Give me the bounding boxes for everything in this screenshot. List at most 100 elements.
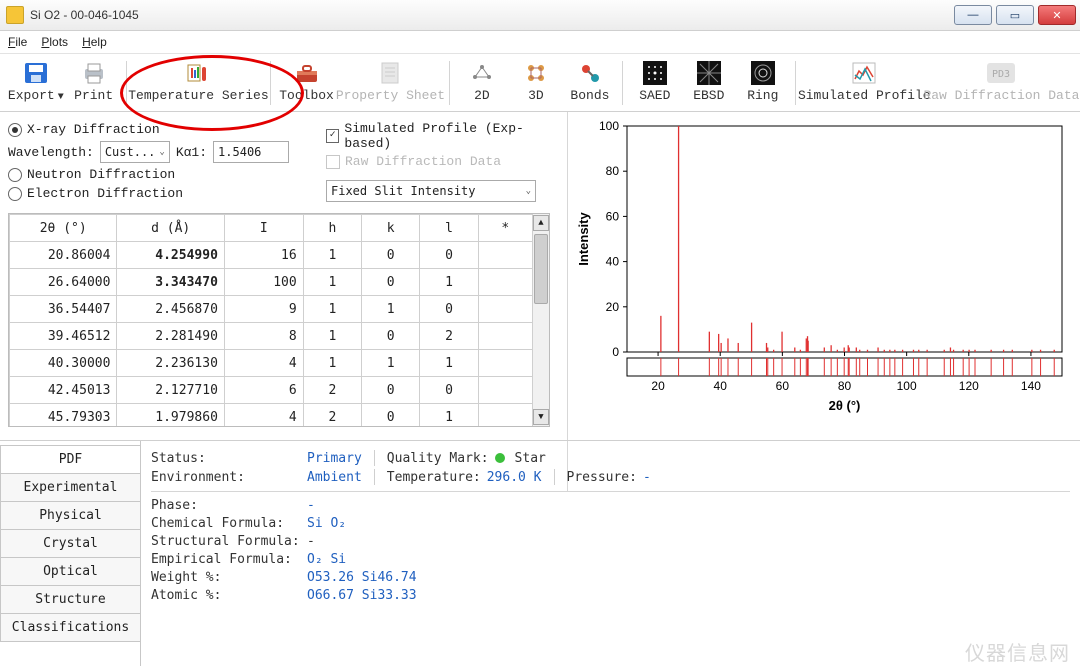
radio-xray[interactable]: X-ray Diffraction bbox=[8, 122, 318, 137]
ring-button[interactable]: Ring bbox=[737, 58, 789, 105]
chk-raw-data[interactable]: Raw Diffraction Data bbox=[326, 154, 559, 169]
tab-pdf[interactable]: PDF bbox=[0, 445, 140, 474]
struct-label: Structural Formula: bbox=[151, 534, 301, 549]
atomic-value: O66.67 Si33.33 bbox=[307, 588, 417, 603]
quality-dot-icon bbox=[495, 453, 505, 463]
tab-crystal[interactable]: Crystal bbox=[0, 529, 140, 558]
chart-icon bbox=[850, 60, 878, 86]
col-k[interactable]: k bbox=[362, 215, 420, 242]
simulated-profile-button[interactable]: Simulated Profile bbox=[802, 58, 927, 105]
menu-file[interactable]: File bbox=[8, 35, 27, 49]
table-row[interactable]: 39.465122.2814908102 bbox=[10, 323, 533, 350]
table-row[interactable]: 45.793031.9798604201 bbox=[10, 404, 533, 428]
toolbox-button[interactable]: Toolbox bbox=[277, 58, 336, 105]
sheet-icon bbox=[376, 60, 404, 86]
wavelength-combo[interactable]: Cust...⌄ bbox=[100, 141, 170, 163]
watermark: 仪器信息网 bbox=[965, 637, 1070, 666]
quality-value: Star bbox=[515, 451, 546, 466]
toolbar: Export▼ Print Temperature Series Toolbox… bbox=[0, 54, 1080, 112]
detail-content: Status: Primary Quality Mark: Star Envir… bbox=[140, 441, 1080, 666]
pressure-label: Pressure: bbox=[567, 470, 637, 485]
tab-experimental[interactable]: Experimental bbox=[0, 473, 140, 502]
saed-button[interactable]: SAED bbox=[629, 58, 681, 105]
raw-data-button[interactable]: PD3 Raw Diffraction Data bbox=[929, 58, 1074, 105]
temperature-series-button[interactable]: Temperature Series bbox=[133, 58, 265, 105]
svg-text:100: 100 bbox=[599, 119, 619, 133]
col-l[interactable]: l bbox=[420, 215, 478, 242]
tab-structure[interactable]: Structure bbox=[0, 585, 140, 614]
menu-plots[interactable]: Plots bbox=[41, 35, 68, 49]
scroll-down-button[interactable]: ▼ bbox=[533, 409, 549, 425]
scroll-up-button[interactable]: ▲ bbox=[533, 215, 549, 231]
titlebar: Si O2 - 00-046-1045 — ▭ ✕ bbox=[0, 0, 1080, 31]
status-label: Status: bbox=[151, 451, 301, 466]
minimize-button[interactable]: — bbox=[954, 5, 992, 25]
chk-sim-profile[interactable]: ✓Simulated Profile (Exp-based) bbox=[326, 121, 559, 151]
save-icon bbox=[22, 60, 50, 86]
radio-neutron[interactable]: Neutron Diffraction bbox=[8, 167, 318, 182]
svg-text:140: 140 bbox=[1021, 379, 1041, 393]
env-value: Ambient bbox=[307, 470, 362, 485]
molecule-3d-icon bbox=[522, 60, 550, 86]
wavelength-label: Wavelength: bbox=[8, 145, 94, 160]
col-star[interactable]: * bbox=[478, 215, 532, 242]
table-row[interactable]: 26.640003.343470100101 bbox=[10, 269, 533, 296]
diffraction-chart[interactable]: 02040608010020406080100120140Intensity2θ… bbox=[572, 116, 1072, 416]
svg-text:80: 80 bbox=[838, 379, 852, 393]
scroll-thumb[interactable] bbox=[534, 234, 548, 304]
temperature-series-icon bbox=[184, 60, 212, 86]
table-scrollbar[interactable]: ▲ ▼ bbox=[532, 214, 549, 426]
print-button[interactable]: Print bbox=[68, 58, 120, 105]
svg-text:PD3: PD3 bbox=[992, 69, 1010, 80]
saed-icon bbox=[641, 60, 669, 86]
table-row[interactable]: 42.450132.1277106200 bbox=[10, 377, 533, 404]
phase-value: - bbox=[307, 498, 315, 513]
bonds-button[interactable]: Bonds bbox=[564, 58, 616, 105]
col-I[interactable]: I bbox=[224, 215, 303, 242]
table-row[interactable]: 20.860044.25499016100 bbox=[10, 242, 533, 269]
maximize-button[interactable]: ▭ bbox=[996, 5, 1034, 25]
emp-value: O₂ Si bbox=[307, 552, 346, 567]
struct-value: - bbox=[307, 534, 315, 549]
pd3-icon: PD3 bbox=[987, 60, 1015, 86]
toolbox-icon bbox=[293, 60, 321, 86]
col-h[interactable]: h bbox=[303, 215, 361, 242]
2d-button[interactable]: 2D bbox=[456, 58, 508, 105]
property-sheet-button[interactable]: Property Sheet bbox=[338, 58, 443, 105]
ebsd-button[interactable]: EBSD bbox=[683, 58, 735, 105]
pressure-value: - bbox=[643, 470, 651, 485]
table-row[interactable]: 36.544072.4568709110 bbox=[10, 296, 533, 323]
chart-panel: 02040608010020406080100120140Intensity2θ… bbox=[568, 112, 1080, 492]
status-value: Primary bbox=[307, 451, 362, 466]
k-alpha-input[interactable]: 1.5406 bbox=[213, 141, 289, 163]
svg-text:0: 0 bbox=[612, 345, 619, 359]
atomic-label: Atomic %: bbox=[151, 588, 301, 603]
radio-electron[interactable]: Electron Diffraction bbox=[8, 186, 318, 201]
svg-text:20: 20 bbox=[651, 379, 665, 393]
intensity-mode-combo[interactable]: Fixed Slit Intensity⌄ bbox=[326, 180, 536, 202]
svg-text:2θ (°): 2θ (°) bbox=[829, 398, 861, 413]
3d-button[interactable]: 3D bbox=[510, 58, 562, 105]
weight-label: Weight %: bbox=[151, 570, 301, 585]
svg-text:100: 100 bbox=[897, 379, 917, 393]
table-row[interactable]: 40.300002.2361304111 bbox=[10, 350, 533, 377]
tab-classifications[interactable]: Classifications bbox=[0, 613, 140, 642]
peak-table: 2θ (°) d (Å) I h k l * 20.860044.2549901… bbox=[8, 213, 550, 427]
emp-label: Empirical Formula: bbox=[151, 552, 301, 567]
chem-value: Si O₂ bbox=[307, 516, 346, 531]
k-alpha-label: Kα1: bbox=[176, 145, 207, 160]
tab-physical[interactable]: Physical bbox=[0, 501, 140, 530]
details-panel: PDF Experimental Physical Crystal Optica… bbox=[0, 440, 1080, 666]
menubar: File Plots Help bbox=[0, 31, 1080, 54]
col-d[interactable]: d (Å) bbox=[117, 215, 224, 242]
svg-text:60: 60 bbox=[776, 379, 790, 393]
ebsd-icon bbox=[695, 60, 723, 86]
col-2theta[interactable]: 2θ (°) bbox=[10, 215, 117, 242]
menu-help[interactable]: Help bbox=[82, 35, 107, 49]
diffraction-panel: X-ray Diffraction Wavelength: Cust...⌄ K… bbox=[0, 112, 568, 492]
tab-optical[interactable]: Optical bbox=[0, 557, 140, 586]
close-button[interactable]: ✕ bbox=[1038, 5, 1076, 25]
export-button[interactable]: Export▼ bbox=[6, 58, 66, 105]
svg-text:40: 40 bbox=[714, 379, 728, 393]
temp-value: 296.0 K bbox=[487, 470, 542, 485]
